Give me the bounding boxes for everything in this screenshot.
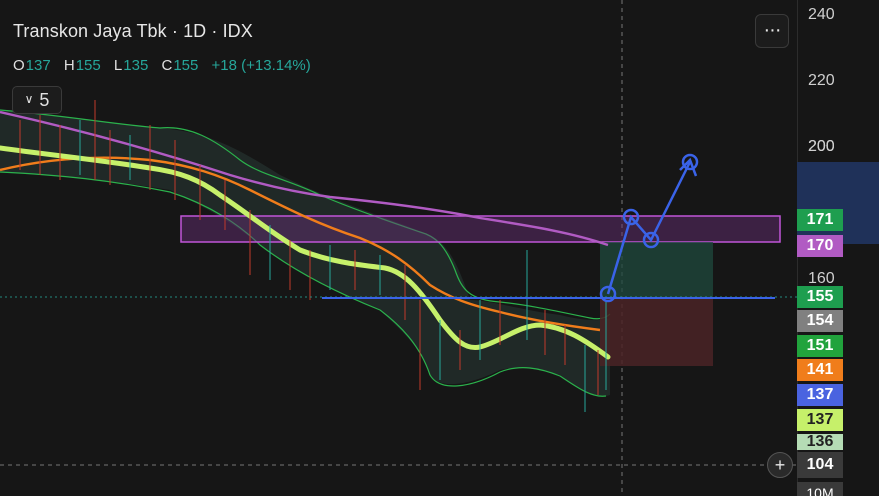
axis-tick: 240	[808, 6, 835, 23]
axis-tick-200: 200	[808, 138, 835, 155]
position-stop-zone	[600, 298, 713, 366]
price-tag-154: 154	[797, 310, 843, 332]
indicator-count: 5	[39, 89, 50, 110]
price-tag-ema-slow: 141	[797, 359, 843, 381]
ohlc-high-key: H	[63, 57, 75, 74]
symbol-title[interactable]: Transkon Jaya Tbk · 1D · IDX	[13, 21, 253, 42]
add-alert-plus-icon[interactable]: +	[767, 452, 793, 478]
axis-tick: 220	[808, 72, 835, 89]
ohlc-low-value: 135	[123, 57, 149, 74]
price-tag-ma-long: 170	[797, 235, 843, 257]
ohlc-close-key: C	[161, 57, 173, 74]
crosshair-price-label: 104	[797, 452, 843, 478]
price-tag-target: 171	[797, 209, 843, 231]
ohlc-close-value: 155	[173, 57, 199, 74]
axis-highlight-band	[797, 162, 879, 244]
more-options-button[interactable]: ···	[755, 14, 789, 48]
price-tag-ema-fast: 137	[797, 409, 843, 431]
price-tag-support: 137	[797, 384, 843, 406]
price-chart[interactable]	[0, 0, 879, 496]
price-tag-151: 151	[797, 335, 843, 357]
price-tag-current: 155	[797, 286, 843, 308]
volume-axis-label: 10M	[797, 482, 843, 496]
chevron-down-icon: ∨	[24, 92, 34, 106]
price-tag-136: 136	[797, 434, 843, 450]
ohlc-open-key: O	[13, 57, 25, 74]
indicator-collapse-button[interactable]: ∨ 5	[12, 86, 62, 114]
position-target-zone	[600, 242, 713, 298]
price-change: +18 (+13.14%)	[211, 57, 311, 74]
ohlc-legend: O137 H155 L135 C155 +18 (+13.14%)	[13, 57, 311, 74]
ohlc-high-value: 155	[75, 57, 101, 74]
ohlc-open-value: 137	[25, 57, 51, 74]
ohlc-low-key: L	[113, 57, 123, 74]
